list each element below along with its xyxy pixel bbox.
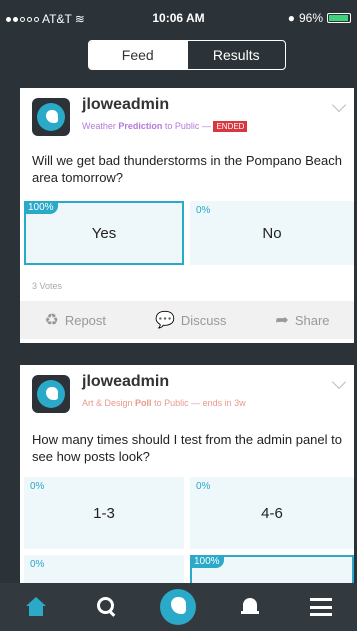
chevron-down-icon[interactable] — [331, 374, 347, 390]
menu-icon — [310, 598, 333, 616]
tab-bar — [0, 583, 357, 631]
answer-option[interactable]: 0% 4-6 — [190, 477, 354, 549]
avatar[interactable] — [32, 375, 70, 413]
category[interactable]: Art & Design — [82, 398, 133, 408]
answer-option[interactable]: 0% 1-3 — [24, 477, 184, 549]
alarm-icon: ● — [287, 11, 295, 25]
option-label: 1-3 — [93, 504, 115, 522]
battery-icon — [327, 13, 351, 23]
audience: to Public — — [164, 121, 211, 131]
option-percent: 0% — [196, 205, 211, 216]
share-label: Share — [294, 312, 330, 328]
username[interactable]: jloweadmin — [82, 96, 169, 114]
tab-notifications[interactable] — [230, 587, 270, 627]
vote-count: 3 Votes — [32, 281, 63, 291]
share-button[interactable]: ➦ Share — [275, 310, 329, 330]
status-bar: AT&T ≋ 10:06 AM ● 96% — [0, 0, 357, 36]
tab-menu[interactable] — [301, 587, 341, 627]
post-card: jloweadmin Weather Prediction to Public … — [20, 88, 354, 343]
post-meta: Art & Design Poll to Public — ends in 3w — [82, 398, 246, 408]
speech-bubble-icon: 💬 — [155, 312, 175, 329]
audience: to Public — — [154, 398, 201, 408]
answer-option[interactable]: 100% Yes — [24, 201, 184, 265]
tab-home[interactable] — [16, 587, 56, 627]
battery-percent: 96% — [298, 11, 323, 25]
tab-feed[interactable]: Feed — [89, 41, 187, 69]
discuss-label: Discuss — [180, 312, 227, 328]
share-arrow-icon: ➦ — [275, 312, 289, 329]
post-meta: Weather Prediction to Public — ENDED — [82, 121, 248, 132]
username[interactable]: jloweadmin — [82, 373, 169, 391]
option-label: 4-6 — [261, 504, 283, 522]
status-badge: ENDED — [213, 121, 248, 132]
answer-option[interactable]: 0% No — [190, 201, 354, 265]
battery-info: ● 96% — [288, 11, 351, 25]
option-label: Yes — [91, 224, 117, 242]
repost-button[interactable]: ♻ Repost — [44, 310, 106, 330]
tab-search[interactable] — [87, 587, 127, 627]
post-card: jloweadmin Art & Design Poll to Public —… — [20, 365, 354, 615]
question-text: Will we get bad thunderstorms in the Pom… — [32, 153, 343, 185]
search-icon — [97, 597, 117, 617]
app-screen: AT&T ≋ 10:06 AM ● 96% Feed Results jlowe… — [0, 0, 357, 631]
option-percent: 0% — [30, 481, 45, 492]
time-remaining: ends in 3w — [202, 398, 246, 408]
tab-results[interactable]: Results — [186, 41, 286, 69]
option-label: No — [262, 224, 282, 242]
category[interactable]: Weather — [82, 121, 116, 131]
recycle-icon: ♻ — [44, 312, 59, 329]
tab-create[interactable] — [158, 587, 198, 627]
option-percent: 100% — [190, 555, 224, 568]
post-kind: Poll — [135, 398, 152, 408]
option-percent: 100% — [24, 201, 58, 214]
chevron-down-icon[interactable] — [331, 97, 347, 113]
discuss-button[interactable]: 💬 Discuss — [155, 310, 226, 330]
option-percent: 0% — [30, 559, 45, 570]
home-icon — [25, 597, 47, 617]
post-actions: ♻ Repost 💬 Discuss ➦ Share — [20, 301, 354, 339]
repost-label: Repost — [64, 312, 107, 328]
question-text: How many times should I test from the ad… — [32, 432, 342, 464]
avatar[interactable] — [32, 98, 70, 136]
bell-icon — [240, 597, 259, 617]
feed-results-toggle: Feed Results — [88, 40, 286, 70]
app-logo-icon — [160, 589, 197, 625]
option-percent: 0% — [196, 481, 211, 492]
post-kind: Prediction — [118, 121, 163, 131]
